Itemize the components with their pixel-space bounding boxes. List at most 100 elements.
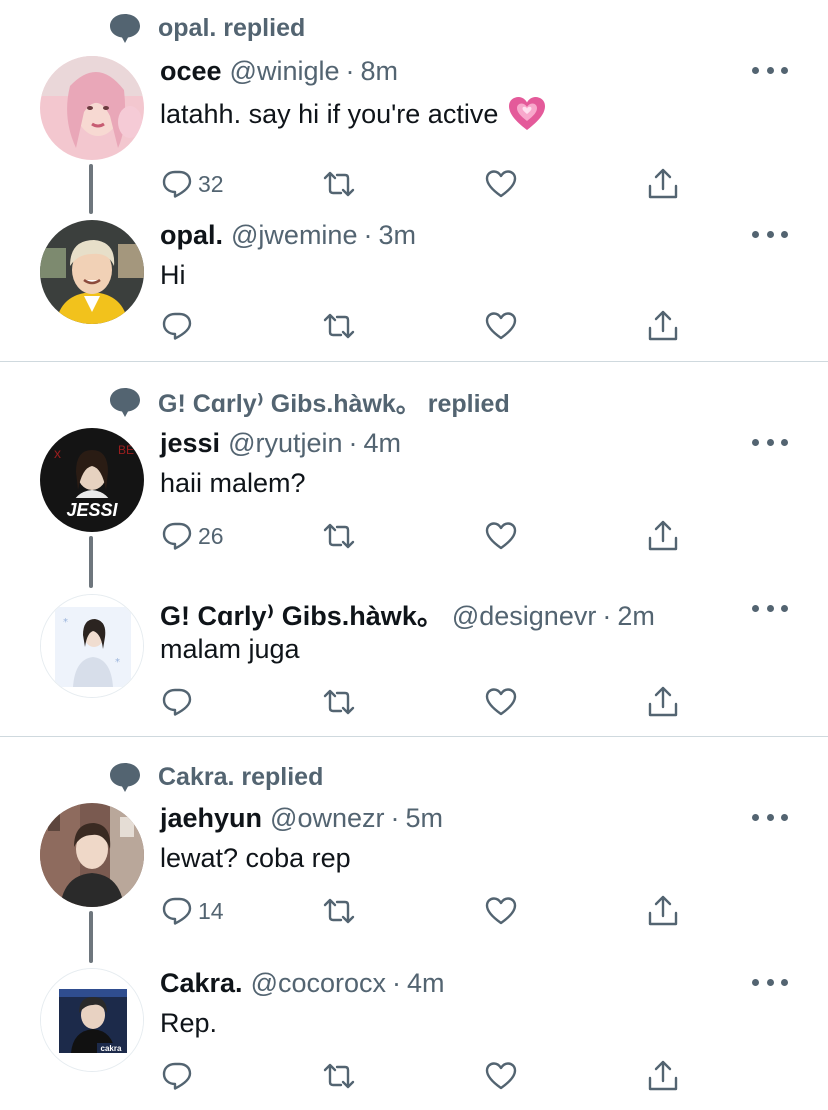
like-button[interactable]	[484, 684, 518, 720]
like-button[interactable]	[484, 518, 518, 554]
more-options-icon[interactable]	[752, 222, 788, 246]
tweet-text-row: malam juga	[160, 634, 300, 665]
timestamp[interactable]: 8m	[361, 56, 399, 87]
reply-button[interactable]: 14	[160, 893, 224, 929]
reply-context-3[interactable]: Cakra. replied	[108, 761, 323, 793]
avatar[interactable]	[40, 220, 144, 324]
heart-icon	[485, 170, 517, 198]
reply-context-text: G! Cɑrly⁾ Gibs.hàwk。 replied	[158, 390, 510, 418]
more-options-icon[interactable]	[752, 430, 788, 454]
speech-bubble-icon	[108, 386, 142, 418]
reply-context-text: opal. replied	[158, 13, 306, 42]
retweet-icon	[323, 171, 355, 197]
reply-button[interactable]	[160, 684, 198, 720]
display-name[interactable]: ocee	[160, 56, 222, 87]
avatar[interactable]	[40, 803, 144, 907]
avatar[interactable]: cakra	[40, 968, 144, 1072]
reply-context-1[interactable]: opal. replied	[108, 12, 305, 44]
share-button[interactable]	[646, 893, 680, 929]
heart-icon	[485, 688, 517, 716]
more-options-icon[interactable]	[752, 58, 788, 82]
reply-button[interactable]: 32	[160, 166, 224, 202]
heart-icon	[485, 522, 517, 550]
reply-button[interactable]	[160, 1058, 198, 1094]
thread-line	[89, 536, 93, 588]
tweet-actions	[160, 1058, 700, 1094]
heart-icon	[485, 1062, 517, 1090]
share-button[interactable]	[646, 166, 680, 202]
handle[interactable]: @jwemine	[231, 220, 357, 251]
display-name[interactable]: opal.	[160, 220, 223, 251]
handle[interactable]: @cocorocx	[251, 968, 386, 999]
tweet-actions	[160, 308, 700, 344]
more-options-icon[interactable]	[752, 596, 788, 620]
timestamp[interactable]: 5m	[405, 803, 443, 834]
svg-text:*: *	[63, 617, 68, 628]
separator-dot: ·	[392, 968, 402, 998]
retweet-button[interactable]	[322, 308, 356, 344]
share-icon	[648, 168, 678, 199]
tweet-text-row: Hi	[160, 260, 186, 291]
display-name[interactable]: jessi	[160, 428, 220, 459]
like-button[interactable]	[484, 1058, 518, 1094]
share-button[interactable]	[646, 518, 680, 554]
retweet-button[interactable]	[322, 518, 356, 554]
tweet-text: malam juga	[160, 634, 300, 664]
tweet-text-row: haii malem?	[160, 468, 306, 499]
share-button[interactable]	[646, 308, 680, 344]
like-button[interactable]	[484, 893, 518, 929]
timestamp[interactable]: 4m	[407, 968, 445, 999]
more-options-icon[interactable]	[752, 970, 788, 994]
share-icon	[648, 1060, 678, 1091]
share-button[interactable]	[646, 684, 680, 720]
avatar[interactable]: x BE JESSI	[40, 428, 144, 532]
speech-bubble-icon	[108, 761, 142, 793]
svg-text:BE: BE	[118, 443, 134, 457]
handle[interactable]: @ownezr	[270, 803, 384, 834]
tweet-header: opal. @jwemine · 3m	[160, 220, 416, 256]
avatar[interactable]: * *	[40, 594, 144, 698]
tweet-text: haii malem?	[160, 468, 306, 498]
avatar[interactable]	[40, 56, 144, 160]
timestamp[interactable]: 3m	[378, 220, 416, 251]
more-options-icon[interactable]	[752, 805, 788, 829]
retweet-icon	[323, 523, 355, 549]
display-name[interactable]: G! Cɑrly⁾ Gibs.hàwk。	[160, 594, 444, 633]
share-button[interactable]	[646, 1058, 680, 1094]
reply-count: 14	[198, 897, 224, 924]
divider	[0, 361, 828, 362]
separator-dot: ·	[348, 428, 358, 458]
like-button[interactable]	[484, 166, 518, 202]
like-button[interactable]	[484, 308, 518, 344]
reply-context-2[interactable]: G! Cɑrly⁾ Gibs.hàwk。 replied	[108, 386, 510, 418]
reply-icon	[162, 170, 192, 198]
reply-context-text: Cakra. replied	[158, 762, 324, 791]
handle[interactable]: @winigle	[230, 56, 340, 87]
tweet-header: jaehyun @ownezr · 5m	[160, 803, 443, 839]
handle[interactable]: @designevr	[452, 601, 596, 632]
tweet-text: Hi	[160, 260, 186, 290]
display-name[interactable]: jaehyun	[160, 803, 262, 834]
retweet-button[interactable]	[322, 1058, 356, 1094]
display-name[interactable]: Cakra.	[160, 968, 243, 999]
growing-heart-emoji	[508, 96, 546, 132]
tweet-header: G! Cɑrly⁾ Gibs.hàwk。 @designevr · 2m	[160, 594, 655, 633]
reply-icon	[162, 1062, 192, 1090]
reply-button[interactable]: 26	[160, 518, 224, 554]
tweet-text: latahh. say hi if you're active	[160, 98, 499, 129]
separator-dot: ·	[390, 803, 400, 833]
retweet-button[interactable]	[322, 166, 356, 202]
reply-icon	[162, 688, 192, 716]
handle[interactable]: @ryutjein	[228, 428, 342, 459]
tweet-text-row: Rep.	[160, 1008, 217, 1039]
timestamp[interactable]: 2m	[617, 601, 655, 632]
svg-text:*: *	[115, 657, 120, 668]
timestamp[interactable]: 4m	[364, 428, 402, 459]
avatar-card-text: cakra	[101, 1044, 122, 1053]
retweet-button[interactable]	[322, 684, 356, 720]
retweet-button[interactable]	[322, 893, 356, 929]
tweet-text-row: lewat? coba rep	[160, 843, 351, 874]
separator-dot: ·	[363, 220, 373, 250]
reply-button[interactable]	[160, 308, 198, 344]
heart-icon	[485, 312, 517, 340]
